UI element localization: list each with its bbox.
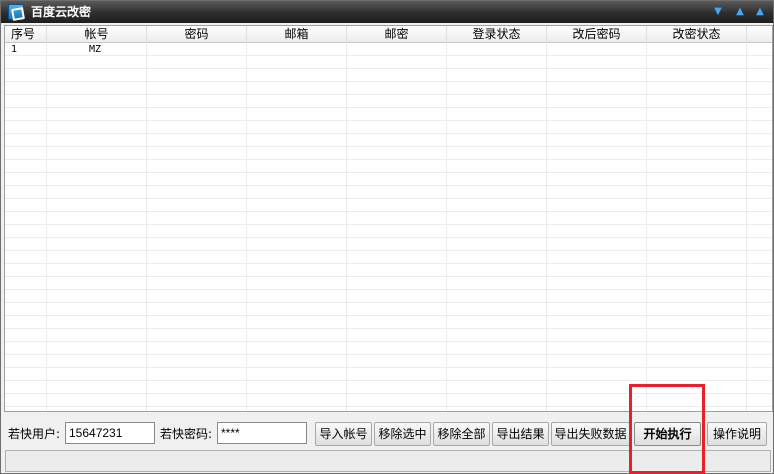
column-header-login-status[interactable]: 登录状态 xyxy=(447,26,547,43)
remove-all-button[interactable]: 移除全部 xyxy=(433,422,490,446)
grid-divider xyxy=(346,43,347,411)
remove-selected-button[interactable]: 移除选中 xyxy=(374,422,431,446)
password-input[interactable] xyxy=(217,422,307,444)
column-header-new-password[interactable]: 改后密码 xyxy=(547,26,647,43)
column-header-index[interactable]: 序号 xyxy=(5,26,47,43)
user-input[interactable] xyxy=(65,422,155,444)
grid-divider xyxy=(746,43,747,411)
chevron-up-icon[interactable]: ▲ xyxy=(733,5,747,19)
column-header-account[interactable]: 帐号 xyxy=(47,26,147,43)
export-failed-button[interactable]: 导出失败数据 xyxy=(551,422,630,446)
grid-divider xyxy=(446,43,447,411)
column-header-email[interactable]: 邮箱 xyxy=(247,26,347,43)
column-header-change-status[interactable]: 改密状态 xyxy=(647,26,747,43)
export-results-button[interactable]: 导出结果 xyxy=(492,422,549,446)
account-grid[interactable]: 序号 帐号 密码 邮箱 邮密 登录状态 改后密码 改密状态 1 MZ xyxy=(4,25,773,412)
column-header-password[interactable]: 密码 xyxy=(147,26,247,43)
title-bar[interactable]: 百度云改密 ▼ ▲ ▲ xyxy=(1,1,773,23)
user-label: 若快用户: xyxy=(8,427,61,441)
password-label: 若快密码: xyxy=(160,427,213,441)
start-execute-button[interactable]: 开始执行 xyxy=(634,422,701,446)
app-logo-icon xyxy=(8,4,24,20)
column-header-email-password[interactable]: 邮密 xyxy=(347,26,447,43)
chevron-up-icon[interactable]: ▲ xyxy=(753,5,767,19)
status-bar xyxy=(5,450,771,472)
main-window: 百度云改密 ▼ ▲ ▲ 序号 帐号 密码 邮箱 邮密 登录状态 改后密码 改密状… xyxy=(0,0,774,474)
window-title: 百度云改密 xyxy=(31,5,92,19)
grid-row-lines xyxy=(5,43,772,411)
grid-divider xyxy=(646,43,647,411)
import-accounts-button[interactable]: 导入帐号 xyxy=(315,422,372,446)
cell-account: MZ xyxy=(89,44,102,55)
table-row[interactable]: 1 MZ xyxy=(5,43,772,56)
grid-header: 序号 帐号 密码 邮箱 邮密 登录状态 改后密码 改密状态 xyxy=(5,26,772,43)
control-bar: 若快用户: 若快密码: 导入帐号 移除选中 移除全部 导出结果 导出失败数据 开… xyxy=(1,419,773,449)
grid-divider xyxy=(46,43,47,411)
grid-divider xyxy=(146,43,147,411)
grid-divider xyxy=(546,43,547,411)
chevron-down-icon[interactable]: ▼ xyxy=(711,5,725,19)
grid-divider xyxy=(246,43,247,411)
help-button[interactable]: 操作说明 xyxy=(707,422,767,446)
cell-index: 1 xyxy=(11,44,18,55)
